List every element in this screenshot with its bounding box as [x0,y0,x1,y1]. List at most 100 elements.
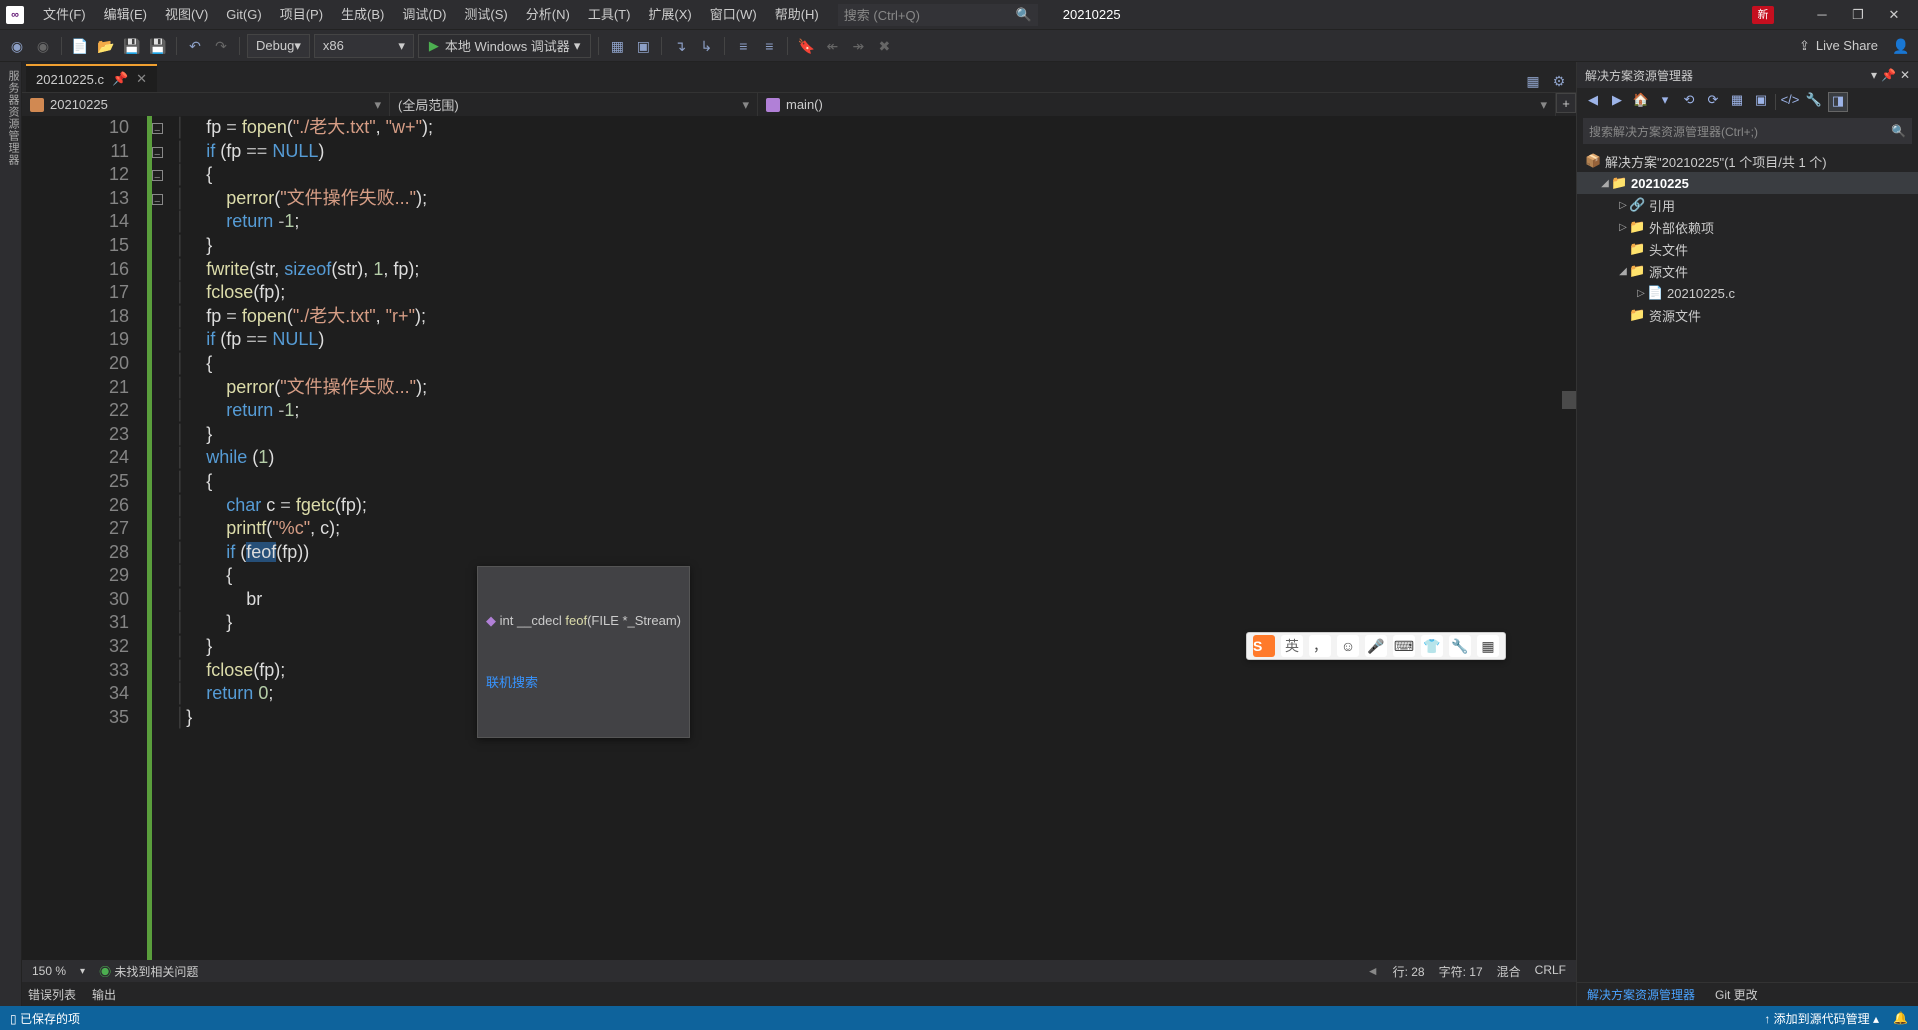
ime-emoji-icon[interactable]: ☺ [1337,635,1359,657]
refresh-icon[interactable]: ⟳ [1703,92,1723,112]
notifications-icon[interactable]: 🔔 [1893,1011,1908,1025]
switch-views-icon[interactable]: ▾ [1655,92,1675,112]
platform-dropdown[interactable]: x86▾ [314,34,414,58]
prev-bookmark-icon[interactable]: ↞ [821,35,843,57]
global-search[interactable]: 搜索 (Ctrl+Q) 🔍 [838,4,1038,26]
output-tab[interactable]: 输出 [92,986,116,1003]
ime-punct-icon[interactable]: ， [1309,635,1331,657]
solution-tree[interactable]: 📦解决方案"20210225"(1 个项目/共 1 个) ◢📁20210225 … [1577,146,1918,982]
menu-生成(B)[interactable]: 生成(B) [332,2,393,28]
code-editor[interactable]: 1011121314151617181920212223242526272829… [22,116,1576,960]
menu-文件(F)[interactable]: 文件(F) [34,2,95,28]
sync-icon[interactable]: ⟲ [1679,92,1699,112]
scroll-thumb[interactable] [1562,391,1576,409]
indent-icon[interactable]: ≡ [758,35,780,57]
solution-node[interactable]: 📦解决方案"20210225"(1 个项目/共 1 个) [1577,150,1918,172]
menu-帮助(H)[interactable]: 帮助(H) [766,2,828,28]
file-tab[interactable]: 20210225.c 📌 ✕ [26,64,157,92]
whats-new-badge[interactable]: 新 [1752,6,1774,24]
split-editor-icon[interactable]: + [1556,93,1576,113]
issues-status[interactable]: ◉ 未找到相关问题 [99,963,198,980]
ime-voice-icon[interactable]: 🎤 [1365,635,1387,657]
resources-node[interactable]: 📁资源文件 [1577,304,1918,326]
menu-窗口(W)[interactable]: 窗口(W) [701,2,766,28]
external-deps-node[interactable]: ▷📁外部依赖项 [1577,216,1918,238]
menu-分析(N)[interactable]: 分析(N) [517,2,579,28]
add-source-control[interactable]: ↑ 添加到源代码管理 ▴ [1764,1010,1879,1027]
preview-select-icon[interactable]: ◨ [1828,92,1848,112]
ime-skin-icon[interactable]: 👕 [1421,635,1443,657]
file-scope[interactable]: (全局范围)▾ [390,93,758,116]
properties-icon[interactable]: </> [1780,92,1800,112]
ime-keyboard-icon[interactable]: ⌨ [1393,635,1415,657]
menu-编辑(E)[interactable]: 编辑(E) [95,2,156,28]
project-node[interactable]: ◢📁20210225 [1577,172,1918,194]
headers-node[interactable]: 📁头文件 [1577,238,1918,260]
project-scope[interactable]: 20210225▾ [22,93,390,116]
pin-icon[interactable]: 📌 [112,71,128,87]
new-file-button[interactable]: 📄 [69,35,91,57]
references-node[interactable]: ▷🔗引用 [1577,194,1918,216]
outdent-icon[interactable]: ≡ [732,35,754,57]
git-changes-tab[interactable]: Git 更改 [1705,983,1768,1006]
close-window-button[interactable]: ✕ [1876,2,1912,28]
step-into-icon[interactable]: ↳ [695,35,717,57]
save-button[interactable]: 💾 [121,35,143,57]
wrench-icon[interactable]: 🔧 [1804,92,1824,112]
nav-back-button[interactable]: ◉ [6,35,28,57]
dropdown-icon[interactable]: ▾ [1871,68,1877,82]
solution-explorer-tab[interactable]: 解决方案资源管理器 [1577,983,1705,1006]
pin-panel-icon[interactable]: 📌 [1881,68,1896,82]
menu-测试(S)[interactable]: 测试(S) [455,2,516,28]
back-icon[interactable]: ◀ [1583,92,1603,112]
online-search-link[interactable]: 联机搜索 [486,673,681,693]
source-file-node[interactable]: ▷📄20210225.c [1577,282,1918,304]
close-panel-icon[interactable]: ✕ [1900,68,1910,82]
run-button[interactable]: ▶本地 Windows 调试器▾ [418,34,592,58]
ime-lang[interactable]: 英 [1281,635,1303,657]
next-bookmark-icon[interactable]: ↠ [847,35,869,57]
server-explorer-tab[interactable]: 服务器资源管理器 [0,62,22,1006]
editor-tabs: 20210225.c 📌 ✕ ▦ ⚙ [22,62,1576,92]
clear-bookmark-icon[interactable]: ✖ [873,35,895,57]
redo-button[interactable]: ↷ [210,35,232,57]
ime-grid-icon[interactable]: ▦ [1477,635,1499,657]
minimize-button[interactable]: ─ [1804,2,1840,28]
fwd-icon[interactable]: ▶ [1607,92,1627,112]
error-list-tab[interactable]: 错误列表 [28,986,76,1003]
tb-icon-2[interactable]: ▣ [632,35,654,57]
save-all-button[interactable]: 💾 [147,35,169,57]
open-file-button[interactable]: 📂 [95,35,117,57]
live-share-button[interactable]: ⇪ Live Share [1791,38,1886,54]
scrollbar[interactable] [1562,116,1576,960]
config-dropdown[interactable]: Debug▾ [247,34,310,58]
menu-Git(G)[interactable]: Git(G) [217,2,270,28]
undo-button[interactable]: ↶ [184,35,206,57]
bookmark-icon[interactable]: 🔖 [795,35,817,57]
ime-toolbar[interactable]: S 英 ， ☺ 🎤 ⌨ 👕 🔧 ▦ [1246,632,1506,660]
menu-项目(P)[interactable]: 项目(P) [271,2,332,28]
zoom-level[interactable]: 150 % [32,964,66,978]
menu-调试(D)[interactable]: 调试(D) [393,2,455,28]
solution-search[interactable]: 搜索解决方案资源管理器(Ctrl+;) 🔍 [1583,118,1912,144]
menu-扩展(X)[interactable]: 扩展(X) [639,2,700,28]
tab-settings-icon[interactable]: ⚙ [1548,70,1570,92]
nav-fwd-button[interactable]: ◉ [32,35,54,57]
sogou-icon[interactable]: S [1253,635,1275,657]
bottom-panel-tabs: 错误列表 输出 [22,982,1576,1006]
menu-工具(T)[interactable]: 工具(T) [579,2,640,28]
show-all-icon[interactable]: ▣ [1751,92,1771,112]
collapse-all-icon[interactable]: ▦ [1727,92,1747,112]
menu-视图(V)[interactable]: 视图(V) [156,2,217,28]
sources-node[interactable]: ◢📁源文件 [1577,260,1918,282]
home-icon[interactable]: 🏠 [1631,92,1651,112]
maximize-button[interactable]: ❐ [1840,2,1876,28]
tab-close-icon[interactable]: ✕ [136,71,147,87]
ime-tool-icon[interactable]: 🔧 [1449,635,1471,657]
preview-icon[interactable]: ▦ [1522,70,1544,92]
tb-icon-1[interactable]: ▦ [606,35,628,57]
step-over-icon[interactable]: ↴ [669,35,691,57]
function-scope[interactable]: main()▾ [758,93,1556,116]
account-icon[interactable]: 👤 [1890,35,1912,57]
toolbar: ◉ ◉ 📄 📂 💾 💾 ↶ ↷ Debug▾ x86▾ ▶本地 Windows … [0,30,1918,62]
